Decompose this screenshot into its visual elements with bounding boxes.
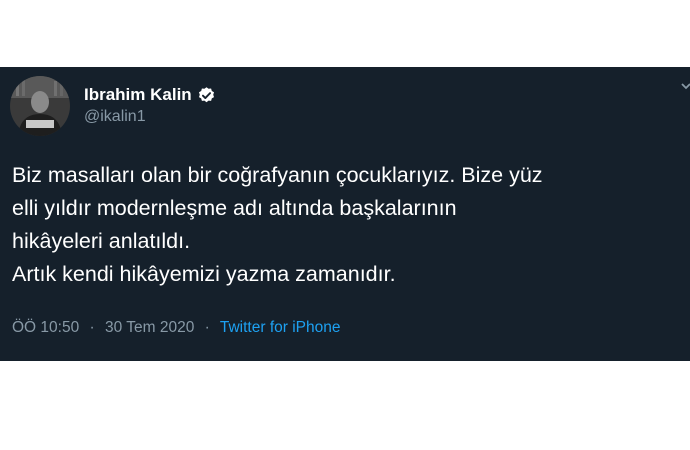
author-handle[interactable]: @ikalin1: [84, 108, 146, 126]
chevron-down-icon[interactable]: [680, 79, 690, 95]
tweet-text-line: Biz masalları olan bir coğrafyanın çocuk…: [12, 163, 543, 187]
tweet-meta: ÖÖ 10:50 · 30 Tem 2020 · Twitter for iPh…: [12, 319, 340, 337]
tweet-date[interactable]: 30 Tem 2020: [105, 319, 194, 336]
author-name[interactable]: Ibrahim Kalin: [84, 85, 216, 105]
tweet-time[interactable]: ÖÖ 10:50: [12, 319, 79, 336]
tweet-text-line: hikâyeleri anlatıldı.: [12, 229, 191, 253]
meta-separator: ·: [204, 319, 210, 336]
tweet-text-line: Artık kendi hikâyemizi yazma zamanıdır.: [12, 262, 396, 286]
tweet-card: Ibrahim Kalin @ikalin1 Biz masalları ola…: [0, 67, 690, 361]
avatar[interactable]: [10, 76, 70, 136]
meta-separator: ·: [89, 319, 95, 336]
tweet-text-line: elli yıldır modernleşme adı altında başk…: [12, 196, 457, 220]
tweet-source-link[interactable]: Twitter for iPhone: [220, 319, 341, 336]
author-name-text[interactable]: Ibrahim Kalin: [84, 85, 192, 105]
tweet-text: Biz masalları olan bir coğrafyanın çocuk…: [12, 159, 682, 291]
verified-badge-icon: [197, 86, 216, 105]
